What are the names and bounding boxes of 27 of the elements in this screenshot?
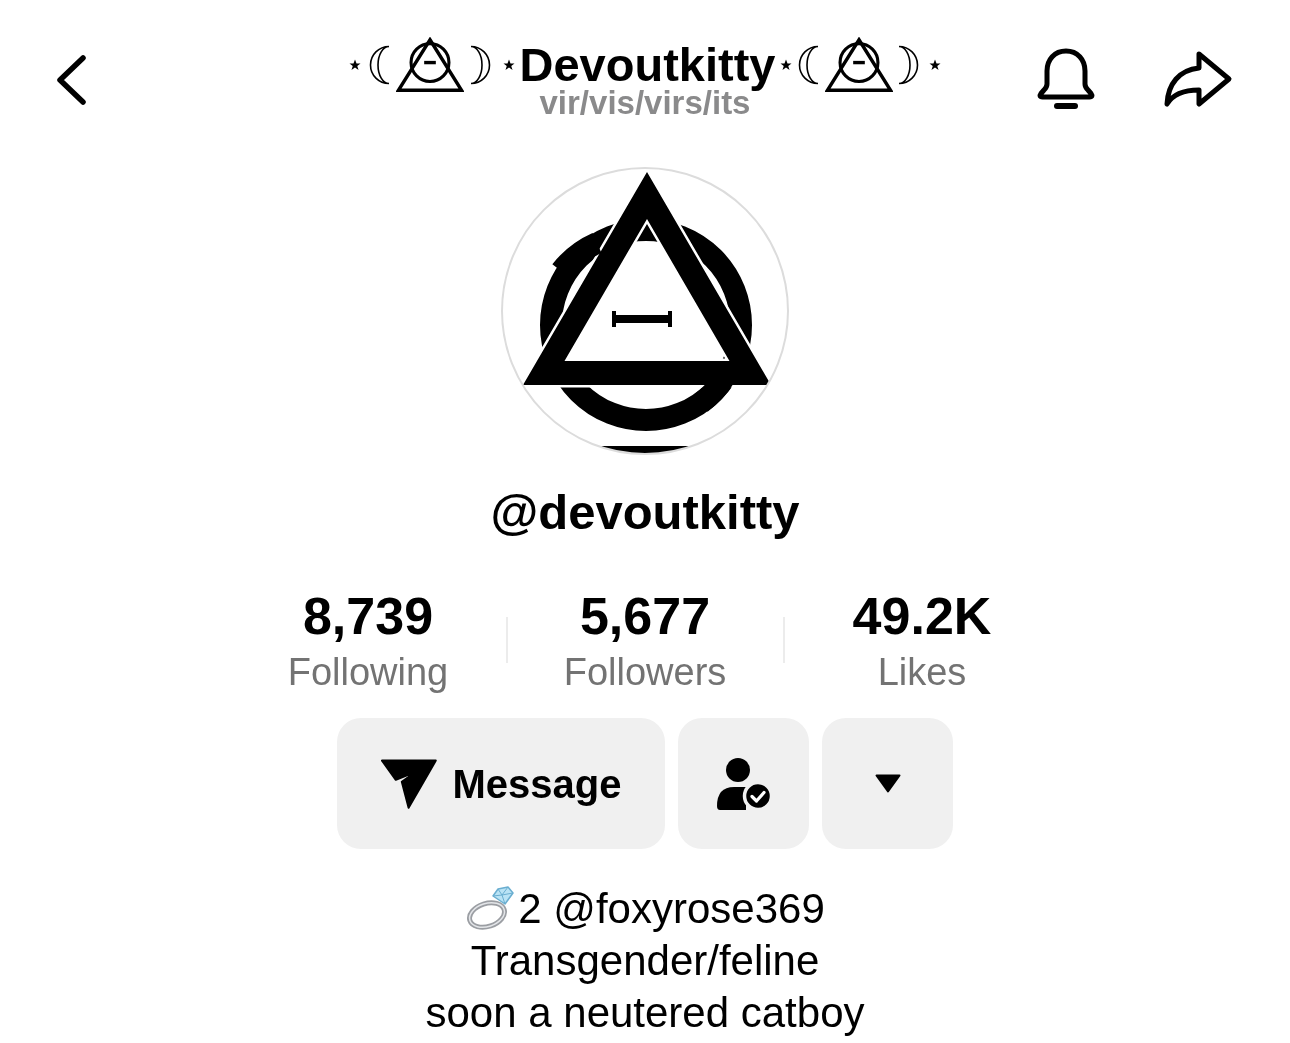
star-icon	[929, 59, 942, 71]
ring-icon	[465, 884, 516, 930]
crescent-moon-icon	[368, 45, 391, 85]
following-button[interactable]	[678, 718, 809, 849]
bio-line: soon a neutered catboy	[425, 988, 865, 1038]
star-icon	[502, 59, 515, 71]
crescent-moon-icon	[798, 45, 821, 85]
star-icon	[348, 59, 361, 71]
stat-label: Followers	[563, 650, 727, 694]
crescent-moon-icon	[897, 45, 920, 85]
bell-icon[interactable]	[1036, 47, 1096, 111]
message-button[interactable]: Message	[337, 718, 665, 849]
share-icon[interactable]	[1163, 50, 1233, 110]
crescent-moon-icon	[468, 45, 491, 85]
username: @devoutkitty	[490, 484, 800, 540]
stat-label: Following	[287, 650, 449, 694]
stat-value: 5,677	[579, 586, 711, 646]
star-icon	[780, 59, 793, 71]
bio-line: Transgender/feline	[470, 936, 820, 986]
stat-value: 8,739	[302, 586, 434, 646]
send-icon	[380, 758, 437, 809]
person-check-icon	[715, 756, 772, 811]
stat-value: 49.2K	[852, 586, 992, 646]
caret-icon	[874, 774, 901, 793]
back-icon[interactable]	[55, 55, 87, 105]
stat-label: Likes	[877, 650, 967, 694]
bio-line: 2 @foxyrose369	[518, 884, 825, 934]
